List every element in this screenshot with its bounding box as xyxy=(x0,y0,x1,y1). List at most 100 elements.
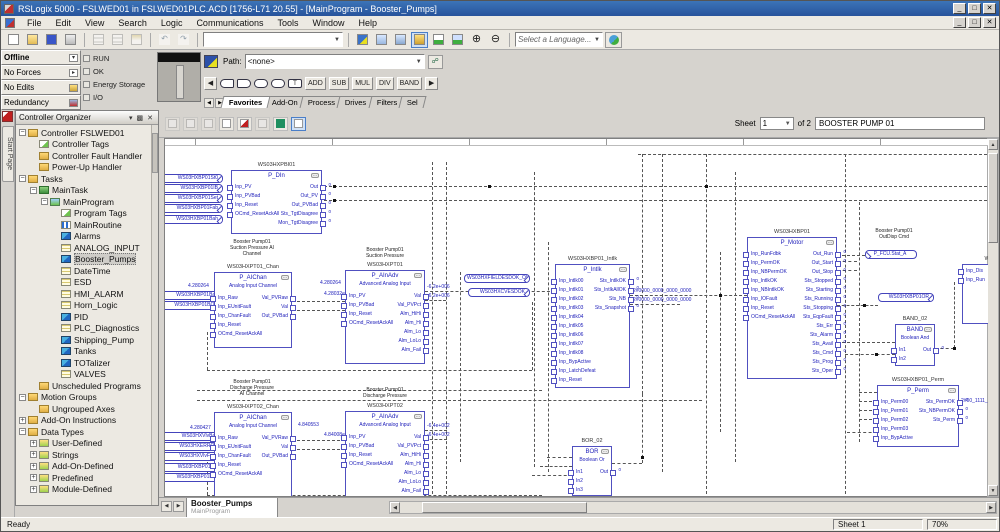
collapse-icon[interactable]: − xyxy=(19,129,26,136)
input-reference[interactable]: WS03HXBP01St0 xyxy=(164,174,223,183)
edit-original-icon[interactable] xyxy=(201,117,216,131)
input-pin[interactable]: Inp_BypActive xyxy=(559,358,591,367)
input-pin[interactable]: Inp_EUnitFault xyxy=(218,303,251,312)
verify-controller-icon[interactable] xyxy=(449,32,466,48)
output-pin[interactable]: Sts_IntlkAllOK0 xyxy=(594,286,626,295)
tree-item-controller-fslwed01[interactable]: −Controller FSLWED01 xyxy=(16,127,151,139)
pin-icon[interactable]: ▩ xyxy=(135,114,146,122)
input-pin[interactable]: Inp_Intlk06 xyxy=(559,331,583,340)
print-icon[interactable] xyxy=(62,32,79,48)
tree-item-predefined[interactable]: +Predefined xyxy=(16,472,151,484)
input-reference[interactable]: WS03HXBP01Fab xyxy=(164,204,223,213)
output-pin[interactable]: Alm_Fail xyxy=(402,487,421,496)
zoom-out-icon[interactable]: ⊖ xyxy=(487,32,504,48)
tree-item-controller-tags[interactable]: Controller Tags xyxy=(16,139,151,151)
instruction-add-button[interactable]: ADD xyxy=(305,77,326,90)
tree-item-data-types[interactable]: −Data Types xyxy=(16,426,151,438)
tree-item-mainroutine[interactable]: MainRoutine xyxy=(16,219,151,231)
upload-icon[interactable] xyxy=(373,32,390,48)
rswho-icon[interactable] xyxy=(204,55,218,68)
wire-value[interactable]: 4.280264 xyxy=(320,280,341,286)
fbd-block-p-perm[interactable]: WS03HXBP01_PermP_Perm...Inp_Perm00Inp_Pe… xyxy=(877,385,959,447)
redo-icon[interactable]: ↷ xyxy=(175,32,192,48)
input-pin[interactable]: Inp_ChanFault xyxy=(218,452,251,461)
input-pin[interactable]: OCmd_ResetAckAll xyxy=(218,330,262,339)
output-pin[interactable]: Sts_Perm0 xyxy=(933,416,955,425)
tree-item-tanks[interactable]: Tanks xyxy=(16,346,151,358)
tree-item-booster-pumps[interactable]: Booster_Pumps xyxy=(16,254,151,266)
expand-icon[interactable]: + xyxy=(30,451,37,458)
output-pin[interactable]: Alm_Fail xyxy=(402,346,421,355)
save-icon[interactable] xyxy=(43,32,60,48)
minimize-button[interactable]: _ xyxy=(953,3,966,14)
sheet-number-select[interactable]: 1▼ xyxy=(760,117,794,130)
delete-sheet-icon[interactable] xyxy=(237,117,252,131)
input-pin[interactable]: Inp_Run xyxy=(966,276,985,285)
input-pin[interactable]: Inp_NBIntlkOK xyxy=(751,286,784,295)
output-pin[interactable]: Sts_NBPermOK0 xyxy=(919,407,955,416)
output-pin[interactable]: Sts_Stopping0 xyxy=(803,304,833,313)
input-pin[interactable]: Inp_IOFault xyxy=(751,295,777,304)
fbd-block-p-din[interactable]: WS03HXPBI01P_DIn...Inp_PVInp_PVBadInp_Re… xyxy=(231,170,322,234)
quick-find-combobox[interactable]: ▼ xyxy=(203,32,343,47)
output-pin[interactable]: Sts_Starting0 xyxy=(806,286,833,295)
wire-value[interactable]: 4.280427 xyxy=(190,425,211,431)
arrow-icon[interactable]: ▸ xyxy=(69,69,78,77)
block-ellipsis-button[interactable]: ... xyxy=(619,267,627,272)
fbd-block-p-ainadv[interactable]: WS03HXPT01P_AInAdv...Advanced Analog Inp… xyxy=(345,270,425,364)
output-pin[interactable]: Alm_Hi xyxy=(405,319,421,328)
input-reference[interactable]: WS03HXFIELDESDOK_OVOK xyxy=(464,274,530,283)
tree-item-power-up-handler[interactable]: Power-Up Handler xyxy=(16,162,151,174)
collapse-icon[interactable]: − xyxy=(30,187,37,194)
input-pin[interactable]: Inp_Reset xyxy=(349,310,372,319)
input-reference[interactable]: WS03HXCVESDOK xyxy=(468,288,530,297)
status-row-no-edits[interactable]: No Edits xyxy=(1,80,81,95)
input-pin[interactable]: OCmd_ResetAckAll xyxy=(349,460,393,469)
block-ellipsis-button[interactable]: ... xyxy=(311,173,319,178)
input-pin[interactable]: Inp_EUnitFault xyxy=(218,443,251,452)
vertical-scrollbar[interactable]: ▲ ▼ xyxy=(987,138,999,497)
menu-tools[interactable]: Tools xyxy=(270,17,305,29)
download-icon[interactable] xyxy=(392,32,409,48)
tree-item-user-defined[interactable]: +User-Defined xyxy=(16,438,151,450)
wire-value[interactable]: -6.4e+002 xyxy=(427,432,450,438)
output-pin[interactable]: Val xyxy=(281,443,288,452)
hscroll-thumb[interactable] xyxy=(422,502,587,513)
output-pin[interactable]: Alm_Hi xyxy=(405,460,421,469)
output-pin[interactable]: Alm_HiHi xyxy=(400,451,421,460)
path-browse-button[interactable]: ☍ xyxy=(428,55,443,69)
input-pin[interactable]: Inp_Intlk07 xyxy=(559,340,583,349)
open-icon[interactable] xyxy=(24,32,41,48)
prev-sheet-icon[interactable] xyxy=(255,117,270,131)
input-pin[interactable]: Inp_Perm00 xyxy=(881,398,908,407)
text-box-icon[interactable]: T xyxy=(288,79,302,88)
output-pin[interactable]: Sts_IntlkOK0 xyxy=(600,277,626,286)
menu-window[interactable]: Window xyxy=(305,17,351,29)
input-pin[interactable]: Inp_Intlk00 xyxy=(559,277,583,286)
tree-item-analog-input[interactable]: ANALOG_INPUT xyxy=(16,242,151,254)
organizer-scrollbar[interactable] xyxy=(151,125,158,505)
input-pin[interactable]: Inp_Reset xyxy=(235,201,258,210)
tree-item-add-on-instructions[interactable]: +Add-On Instructions xyxy=(16,415,151,427)
cut-icon[interactable] xyxy=(90,32,107,48)
input-pin[interactable]: Inp_BypActive xyxy=(881,434,913,443)
input-pin[interactable]: OCmd_ResetAckAll xyxy=(218,470,262,479)
mdi-close-button[interactable]: ✕ xyxy=(983,17,996,28)
fbd-block-band[interactable]: BAND_02BAND...Boolean AndIn1In2Out0 xyxy=(895,324,935,366)
next-sheet-icon[interactable] xyxy=(273,117,288,131)
output-pin[interactable]: Sts_NB0 xyxy=(609,295,626,304)
output-reference-icon[interactable] xyxy=(237,79,251,88)
instruction-div-button[interactable]: DIV xyxy=(376,77,394,90)
output-pin[interactable]: Sts_Running0 xyxy=(804,295,833,304)
input-pin[interactable]: Inp_PVBad xyxy=(235,192,260,201)
output-pin[interactable]: Out_PVBad xyxy=(262,312,288,321)
path-combobox[interactable]: <none> ▼ xyxy=(245,54,425,69)
fbd-block-ws03[interactable]: WS03Inp_DisInp_Run xyxy=(962,264,989,324)
tree-item-tasks[interactable]: −Tasks xyxy=(16,173,151,185)
tree-item-motion-groups[interactable]: −Motion Groups xyxy=(16,392,151,404)
block-ellipsis-button[interactable]: ... xyxy=(281,415,289,420)
output-pin[interactable]: Sts_PermOK0 xyxy=(926,398,955,407)
input-pin[interactable]: Inp_Intlk05 xyxy=(559,322,583,331)
paste-icon[interactable] xyxy=(128,32,145,48)
block-ellipsis-button[interactable]: ... xyxy=(414,273,422,278)
